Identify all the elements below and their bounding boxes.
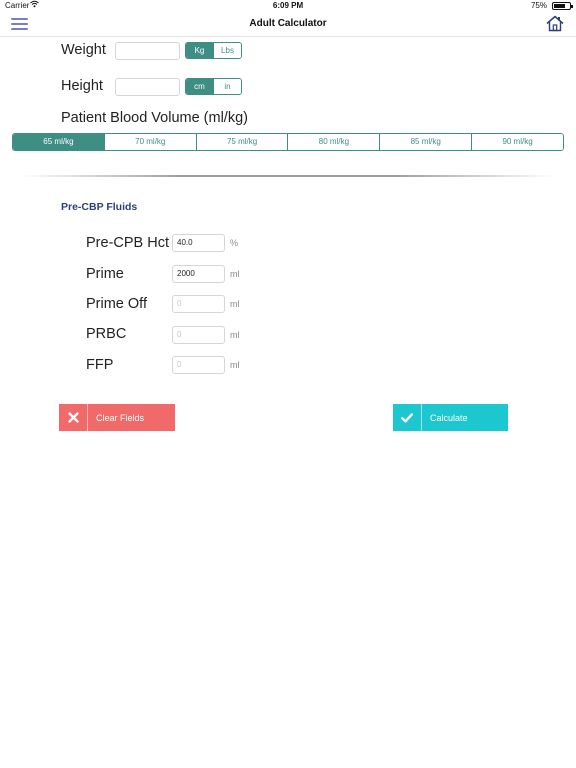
blood-volume-option-80[interactable]: 80 ml/kg (287, 134, 380, 150)
blood-volume-label: Patient Blood Volume (ml/kg) (61, 110, 248, 126)
close-icon (59, 404, 88, 431)
weight-input[interactable] (115, 42, 180, 60)
prbc-label: PRBC (86, 326, 127, 342)
battery-percentage: 75% (530, 1, 547, 10)
status-bar: Carrier 6:09 PM 75% (0, 0, 576, 12)
checkmark-icon (393, 404, 422, 431)
pre-cpb-hct-input[interactable]: 40.0 (172, 234, 225, 252)
weight-unit-lbs[interactable]: Lbs (213, 43, 241, 58)
prime-off-unit: ml (230, 299, 240, 309)
prime-label: Prime (86, 266, 124, 282)
height-unit-toggle: cm in (185, 78, 242, 95)
prime-off-input[interactable]: 0 (172, 295, 225, 313)
calculate-label: Calculate (430, 412, 468, 423)
blood-volume-option-85[interactable]: 85 ml/kg (379, 134, 472, 150)
prbc-unit: ml (230, 330, 240, 340)
prime-off-label: Prime Off (86, 296, 147, 312)
clear-fields-label: Clear Fields (96, 412, 145, 423)
navigation-bar: Adult Calculator (0, 12, 576, 37)
blood-volume-option-70[interactable]: 70 ml/kg (103, 134, 196, 150)
ffp-label: FFP (86, 357, 114, 373)
blood-volume-selector: 65 ml/kg 70 ml/kg 75 ml/kg 80 ml/kg 85 m… (12, 133, 564, 151)
battery-icon (552, 2, 573, 10)
section-title-pre-cbp-fluids: Pre-CBP Fluids (61, 201, 138, 213)
height-unit-in[interactable]: in (213, 79, 241, 94)
prime-input[interactable]: 2000 (172, 265, 225, 283)
pre-cpb-hct-label: Pre-CPB Hct (86, 235, 169, 251)
ffp-input[interactable]: 0 (172, 356, 225, 374)
blood-volume-option-75[interactable]: 75 ml/kg (195, 134, 288, 150)
clear-fields-button[interactable]: Clear Fields (59, 404, 175, 431)
prbc-input[interactable]: 0 (172, 326, 225, 344)
page-title: Adult Calculator (249, 18, 327, 29)
pre-cpb-hct-unit: % (230, 238, 239, 248)
prime-unit: ml (230, 269, 240, 279)
clock: 6:09 PM (272, 1, 304, 10)
ffp-unit: ml (230, 360, 240, 370)
weight-unit-toggle: Kg Lbs (185, 42, 242, 59)
weight-label: Weight (61, 42, 106, 58)
home-icon[interactable] (546, 15, 564, 32)
section-divider (20, 175, 556, 177)
blood-volume-option-65[interactable]: 65 ml/kg (13, 134, 104, 150)
height-unit-cm[interactable]: cm (186, 79, 213, 94)
weight-unit-kg[interactable]: Kg (186, 43, 213, 58)
height-label: Height (61, 78, 103, 94)
blood-volume-option-90[interactable]: 90 ml/kg (471, 134, 563, 150)
height-input[interactable] (115, 78, 180, 96)
calculate-button[interactable]: Calculate (393, 404, 508, 431)
